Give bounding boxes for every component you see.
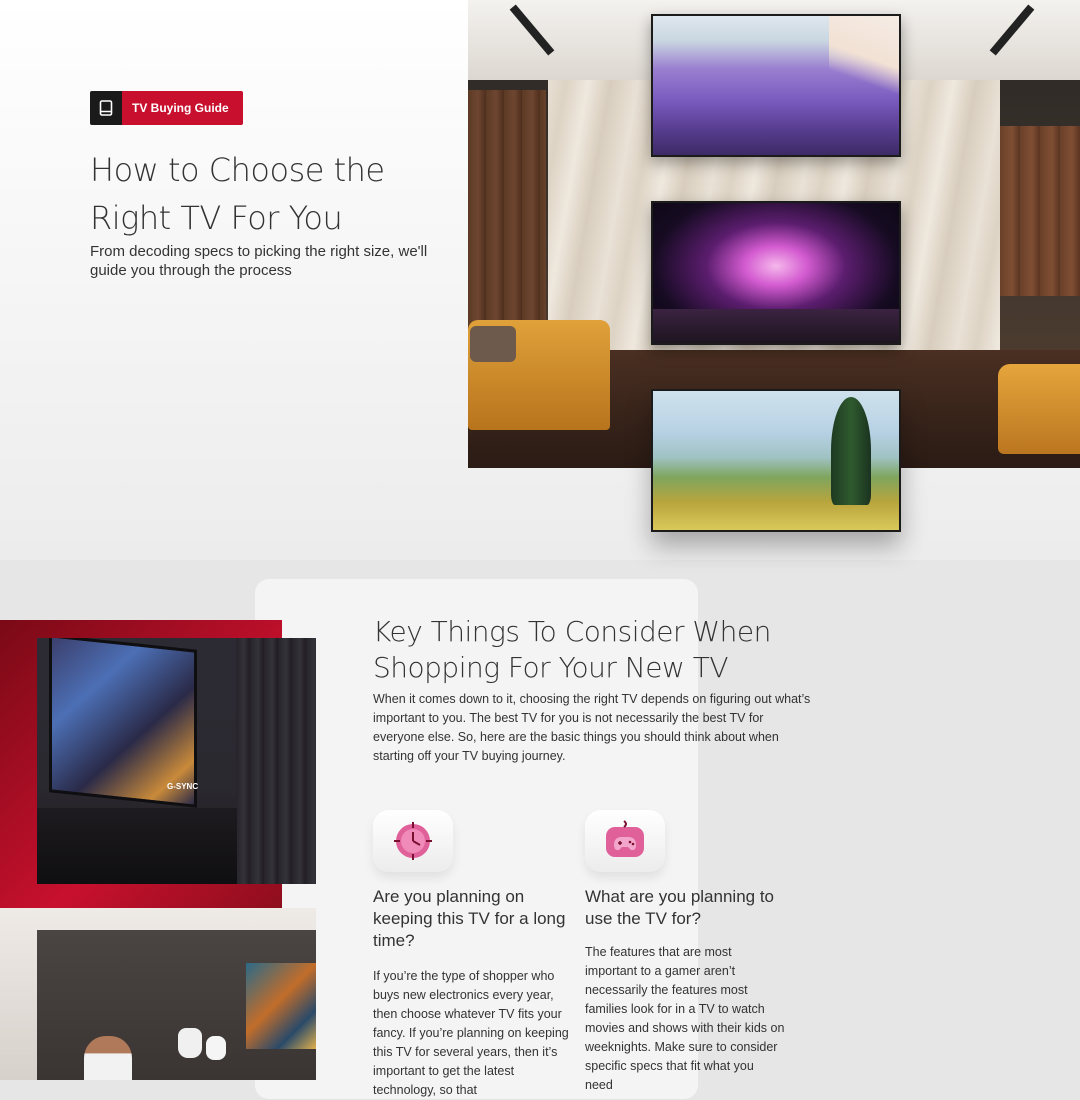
tv-buying-guide-badge[interactable]: TV Buying Guide [90,91,243,125]
page-title: How to Choose the Right TV For You [90,151,385,237]
book-icon [90,91,122,125]
key-things-description: When it comes down to it, choosing the r… [373,692,811,763]
tv-lavender-field-image [651,14,901,157]
gamepad-icon [585,810,665,872]
feature-body: The features that are most important to … [585,945,785,1092]
badge-label: TV Buying Guide [122,91,243,125]
feature-body: If you’re the type of shopper who buys n… [373,969,569,1097]
tv-painting-image [651,389,901,532]
feature-usage: What are you planning to use the TV for?… [585,810,785,1095]
gsync-logo: G-SYNC [167,782,199,791]
family-living-room-photo [0,908,316,1080]
feature-title: Are you planning on keeping this TV for … [373,887,566,950]
gaming-room-photo: G-SYNC [37,638,316,884]
feature-longevity: Are you planning on keeping this TV for … [373,810,573,1100]
clock-icon [373,810,453,872]
page-subtitle: From decoding specs to picking the right… [90,243,428,279]
feature-title: What are you planning to use the TV for? [585,887,775,928]
key-things-title: Key Things To Consider When Shopping For… [373,615,771,684]
tv-glowing-tree-image [651,201,901,345]
